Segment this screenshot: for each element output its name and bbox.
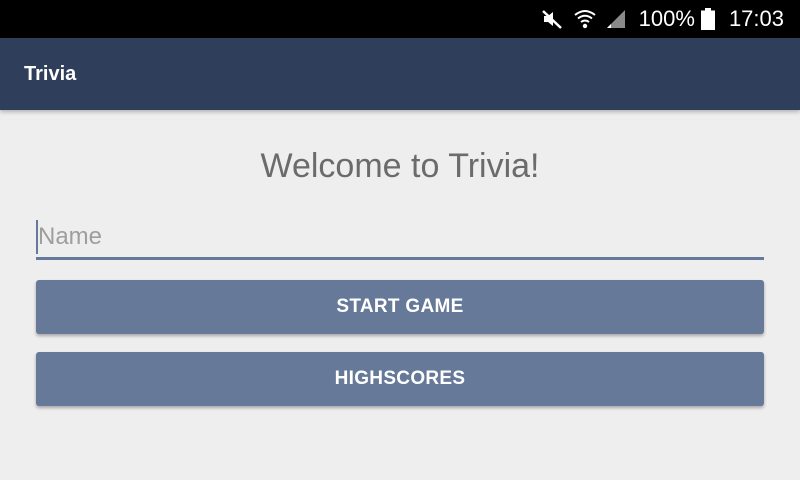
app-title: Trivia — [24, 63, 77, 85]
status-bar: 100% 17:03 — [0, 0, 800, 38]
wifi-icon — [573, 8, 597, 30]
welcome-heading: Welcome to Trivia! — [260, 147, 540, 185]
status-icons: 100% 17:03 — [541, 0, 784, 38]
battery-percent: 100% — [638, 6, 695, 31]
start-game-button[interactable]: START GAME — [36, 280, 764, 334]
text-cursor — [36, 220, 38, 254]
name-input[interactable] — [36, 216, 764, 260]
battery-icon — [700, 8, 715, 30]
signal-icon — [605, 8, 627, 30]
mute-icon — [541, 8, 563, 30]
app-bar: Trivia — [0, 38, 800, 110]
highscores-button[interactable]: HIGHSCORES — [36, 352, 764, 406]
clock: 17:03 — [728, 6, 784, 31]
